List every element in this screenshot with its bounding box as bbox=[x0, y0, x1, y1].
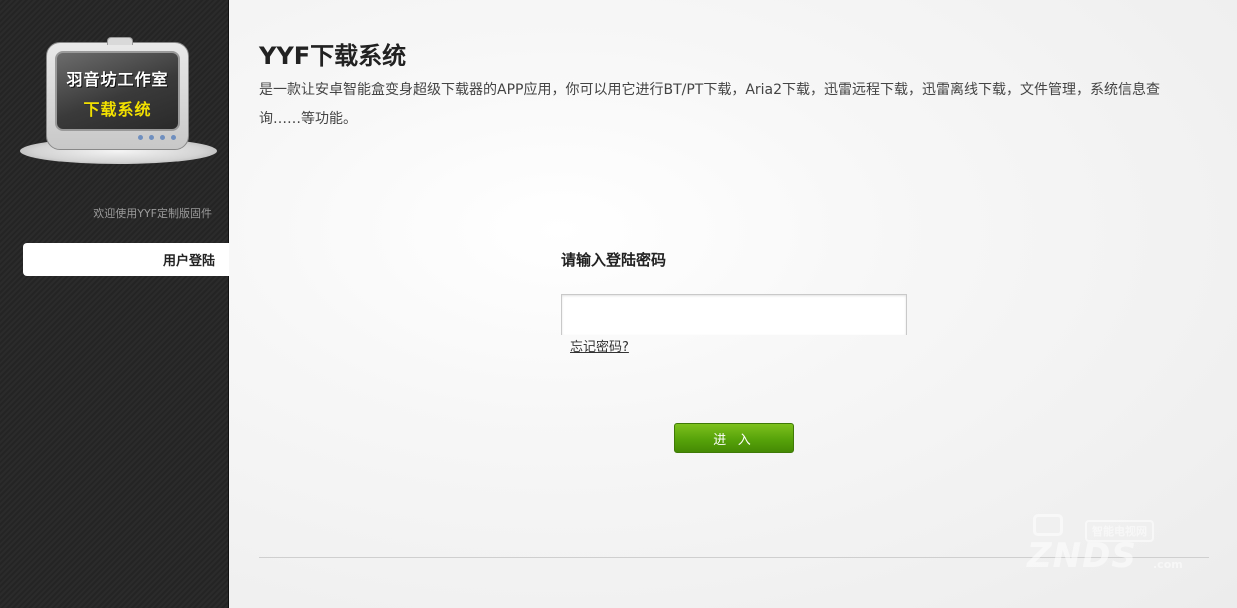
logo-indicator-lights bbox=[138, 135, 176, 143]
indicator-dot bbox=[138, 135, 143, 140]
page-title: YYF下载系统 bbox=[259, 42, 407, 70]
sidebar: 羽音坊工作室 下载系统 欢迎使用YYF定制版固件 用户登陆 bbox=[0, 0, 229, 608]
watermark-suffix: .com bbox=[1153, 558, 1183, 571]
app-logo: 羽音坊工作室 下载系统 bbox=[20, 37, 217, 166]
watermark-text: ZNDS bbox=[1027, 536, 1137, 576]
enter-button[interactable]: 进 入 bbox=[674, 423, 794, 453]
sidebar-item-user-login[interactable]: 用户登陆 bbox=[23, 243, 229, 276]
welcome-text: 欢迎使用YYF定制版固件 bbox=[93, 207, 212, 220]
forgot-password-link[interactable]: 忘记密码? bbox=[570, 336, 629, 355]
indicator-dot bbox=[160, 135, 165, 140]
sidebar-item-label: 用户登陆 bbox=[162, 254, 215, 269]
znds-watermark: 智能电视网 ZNDS .com bbox=[1025, 508, 1195, 583]
password-input[interactable] bbox=[561, 294, 907, 335]
logo-text-studio: 羽音坊工作室 bbox=[66, 70, 169, 89]
logo-screen: 羽音坊工作室 下载系统 bbox=[55, 51, 180, 131]
tv-top bbox=[107, 37, 133, 45]
tv-icon: 羽音坊工作室 下载系统 bbox=[46, 37, 189, 150]
tv-icon bbox=[1033, 514, 1063, 536]
indicator-dot bbox=[171, 135, 176, 140]
page-description: 是一款让安卓智能盒变身超级下载器的APP应用，你可以用它进行BT/PT下载，Ar… bbox=[259, 82, 1161, 127]
indicator-dot bbox=[149, 135, 154, 140]
logo-text-system: 下载系统 bbox=[83, 100, 152, 119]
password-label: 请输入登陆密码 bbox=[561, 251, 667, 269]
